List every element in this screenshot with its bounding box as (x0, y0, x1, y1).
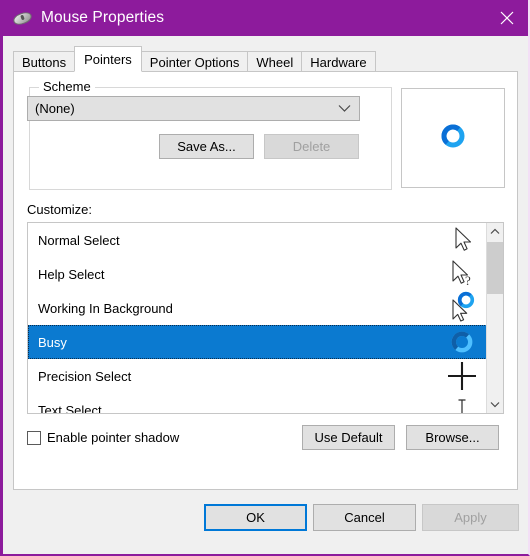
customize-label: Customize: (27, 202, 93, 217)
cursor-list[interactable]: uantrimang Normal Select Help Select (27, 222, 504, 414)
browse-button[interactable]: Browse... (406, 425, 499, 450)
list-item-label: Precision Select (38, 368, 132, 384)
ok-button[interactable]: OK (204, 504, 307, 531)
mouse-icon (11, 7, 34, 29)
scheme-dropdown[interactable]: (None) (27, 96, 360, 121)
close-icon[interactable] (484, 0, 528, 36)
scheme-dropdown-value: (None) (35, 101, 75, 116)
crosshair-cursor-icon (445, 359, 479, 393)
cancel-button[interactable]: Cancel (313, 504, 416, 531)
use-default-button[interactable]: Use Default (302, 425, 395, 450)
list-item[interactable]: Normal Select (28, 223, 487, 257)
title-bar: Mouse Properties (3, 0, 528, 36)
tab-buttons[interactable]: Buttons (13, 51, 76, 72)
checkbox-box (27, 430, 41, 445)
list-item[interactable]: Precision Select (28, 359, 487, 393)
chevron-down-icon[interactable] (487, 396, 503, 413)
list-item[interactable]: Help Select ? (28, 257, 487, 291)
list-item-label: Text Select (38, 402, 102, 414)
list-item-label: Help Select (38, 266, 105, 282)
save-as-button[interactable]: Save As... (159, 134, 254, 159)
busy-ring-cursor-icon (440, 123, 466, 154)
pointers-tab-panel: Scheme (None) Save As... Delete Customiz… (13, 71, 518, 490)
cursor-list-items: Normal Select Help Select ? Working In B… (28, 223, 487, 413)
list-item[interactable]: Text Select (28, 393, 487, 414)
tab-pointer-options[interactable]: Pointer Options (140, 51, 249, 72)
tab-wheel[interactable]: Wheel (247, 51, 303, 72)
list-item[interactable]: Busy (28, 325, 487, 359)
tab-strip: Buttons Pointers Pointer Options Wheel H… (3, 36, 528, 72)
enable-pointer-shadow-label: Enable pointer shadow (47, 430, 180, 445)
delete-button[interactable]: Delete (264, 134, 359, 159)
window-title: Mouse Properties (41, 9, 165, 26)
busy-ring-cursor-icon (445, 325, 479, 359)
apply-button[interactable]: Apply (422, 504, 519, 531)
list-item[interactable]: Working In Background (28, 291, 487, 325)
list-item-label: Working In Background (38, 300, 173, 316)
tab-hardware[interactable]: Hardware (301, 51, 376, 72)
list-scrollbar[interactable] (486, 223, 503, 413)
dialog-footer: OK Cancel Apply (3, 490, 528, 554)
scheme-group-label: Scheme (39, 79, 95, 94)
chevron-up-icon[interactable] (487, 223, 503, 240)
list-item-label: Normal Select (38, 232, 120, 248)
pointer-preview (401, 88, 505, 188)
mouse-properties-dialog: Mouse Properties Buttons Pointers Pointe… (0, 0, 530, 556)
enable-pointer-shadow-checkbox[interactable]: Enable pointer shadow (27, 430, 179, 445)
scrollbar-thumb[interactable] (487, 242, 503, 294)
svg-text:?: ? (465, 273, 471, 288)
ibeam-cursor-icon (445, 393, 479, 413)
arrow-cursor-icon (445, 223, 479, 257)
arrow-question-cursor-icon: ? (445, 257, 479, 291)
chevron-down-icon (333, 104, 355, 113)
tab-pointers[interactable]: Pointers (74, 46, 142, 72)
list-item-label: Busy (38, 334, 67, 350)
arrow-busy-ring-cursor-icon (445, 291, 479, 325)
